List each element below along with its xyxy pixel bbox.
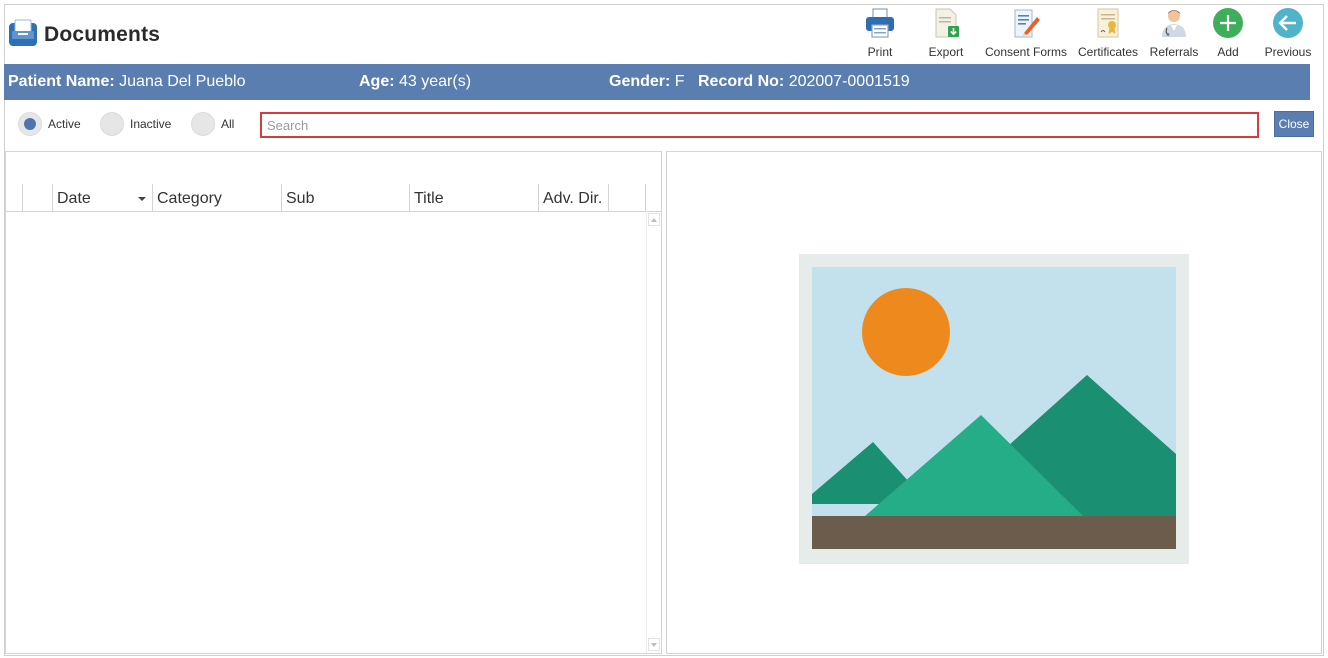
column-header-selector[interactable] [22,184,52,211]
filter-inactive-radio[interactable]: Inactive [100,112,171,136]
patient-name-value: Juana Del Pueblo [119,73,246,90]
print-button[interactable]: Print [862,6,898,59]
column-header-category[interactable]: Category [152,184,281,211]
previous-label: Previous [1264,45,1312,59]
column-header-sub[interactable]: Sub [281,184,409,211]
sort-caret-icon[interactable] [138,197,146,201]
column-header-extra [608,184,645,211]
previous-button[interactable]: Previous [1264,6,1312,59]
radio-unselected-icon [100,112,124,136]
consent-forms-icon [1009,6,1043,40]
radio-selected-icon [18,112,42,136]
patient-gender: Gender: F [609,73,685,91]
export-button[interactable]: Export [926,6,966,59]
radio-unselected-icon [191,112,215,136]
patient-gender-label: Gender: [609,73,671,90]
column-category-label: Category [157,190,222,207]
add-icon [1211,6,1245,40]
export-icon [929,6,963,40]
column-header-spacer [645,184,661,211]
patient-record: Record No: 202007-0001519 [698,73,910,91]
add-button[interactable]: Add [1210,6,1246,59]
certificates-button[interactable]: Certificates [1076,6,1140,59]
certificate-icon [1091,6,1125,40]
documents-grid: Date Category Sub Title Adv. Dir. [5,151,662,654]
consent-forms-label: Consent Forms [984,45,1068,59]
filter-active-radio[interactable]: Active [18,112,81,136]
patient-name-label: Patient Name: [8,73,115,90]
printer-icon [863,6,897,40]
grid-scrollbar[interactable] [646,211,661,653]
consent-forms-button[interactable]: Consent Forms [984,6,1068,59]
patient-record-label: Record No: [698,73,785,90]
filter-active-label: Active [48,117,81,131]
filter-all-radio[interactable]: All [191,112,234,136]
filter-inactive-label: Inactive [130,117,172,131]
search-box [260,112,1259,138]
referrals-button[interactable]: Referrals [1148,6,1200,59]
patient-record-value: 202007-0001519 [788,73,910,90]
referrals-icon [1157,6,1191,40]
arrow-left-icon [1271,6,1305,40]
export-label: Export [928,45,964,59]
certificates-label: Certificates [1077,45,1139,59]
patient-name: Patient Name: Juana Del Pueblo [8,73,245,91]
patient-gender-value: F [674,73,685,90]
document-preview-pane [666,151,1322,654]
column-header-title[interactable]: Title [409,184,538,211]
print-label: Print [867,45,893,59]
referrals-label: Referrals [1149,45,1199,59]
patient-age-value: 43 year(s) [399,73,472,90]
column-adv-dir-label: Adv. Dir. [543,190,603,207]
patient-age-label: Age: [359,73,395,90]
column-header-adv-dir[interactable]: Adv. Dir. [538,184,608,211]
column-title-label: Title [414,190,444,207]
column-date-label: Date [57,190,91,207]
scroll-up-icon[interactable] [648,213,660,226]
add-label: Add [1217,45,1239,59]
column-header-date[interactable]: Date [52,184,152,211]
patient-age: Age: 43 year(s) [359,73,471,91]
close-button[interactable]: Close [1274,111,1314,137]
grid-header: Date Category Sub Title Adv. Dir. [6,184,661,212]
search-input[interactable] [262,114,1257,136]
scroll-down-icon[interactable] [648,638,660,651]
toolbar: Print Export Consent Forms Certificates … [0,6,1328,62]
image-placeholder-icon [799,254,1189,569]
filter-all-label: All [221,117,235,131]
patient-info-bar: Patient Name: Juana Del Pueblo Age: 43 y… [4,64,1310,100]
column-sub-label: Sub [286,190,315,207]
